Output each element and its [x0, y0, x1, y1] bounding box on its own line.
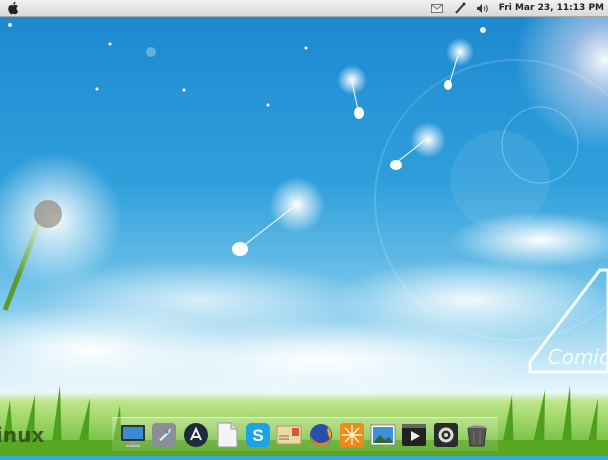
svg-text:S: S	[252, 426, 263, 445]
play-icon	[402, 423, 427, 446]
dock-item-skype[interactable]: S	[245, 422, 271, 448]
network-icon[interactable]	[453, 2, 467, 14]
top-menubar: Fri Mar 23, 11:13 PM	[0, 0, 608, 17]
document-icon	[217, 422, 238, 447]
dock-item-text-editor[interactable]	[214, 422, 240, 448]
tools-icon	[433, 422, 458, 447]
app-store-icon	[183, 422, 208, 447]
dock-item-firefox[interactable]	[308, 422, 334, 448]
dock-item-system-settings[interactable]	[120, 422, 146, 448]
apple-logo-icon[interactable]	[6, 1, 20, 15]
wallpaper-art	[0, 0, 608, 456]
picture-icon	[370, 424, 396, 445]
dock-item-trash[interactable]	[464, 422, 490, 448]
trash-icon	[467, 425, 487, 446]
desktop-wallpaper	[0, 0, 608, 456]
desktop-watermark-left: inux	[0, 423, 45, 447]
dock: S	[112, 417, 498, 451]
clock[interactable]: Fri Mar 23, 11:13 PM	[499, 3, 604, 13]
desktop-watermark-right: Comic	[547, 345, 608, 369]
starburst-icon	[339, 422, 364, 447]
dock-item-app-store[interactable]	[183, 422, 209, 448]
rocket-icon	[152, 422, 177, 447]
dock-item-tools[interactable]	[433, 422, 459, 448]
system-tray: Fri Mar 23, 11:13 PM	[430, 0, 604, 16]
monitor-icon	[121, 424, 145, 447]
dock-item-mail[interactable]	[276, 422, 302, 448]
dock-item-photo-app[interactable]	[339, 422, 365, 448]
dock-item-media-player[interactable]	[401, 422, 427, 448]
mail-icon[interactable]	[430, 2, 444, 14]
volume-icon[interactable]	[476, 2, 490, 14]
mail-stamp-icon	[276, 425, 302, 444]
firefox-icon	[309, 423, 332, 446]
dock-item-launcher[interactable]	[151, 422, 177, 448]
skype-icon: S	[246, 422, 271, 447]
dock-item-image-viewer[interactable]	[370, 422, 396, 448]
